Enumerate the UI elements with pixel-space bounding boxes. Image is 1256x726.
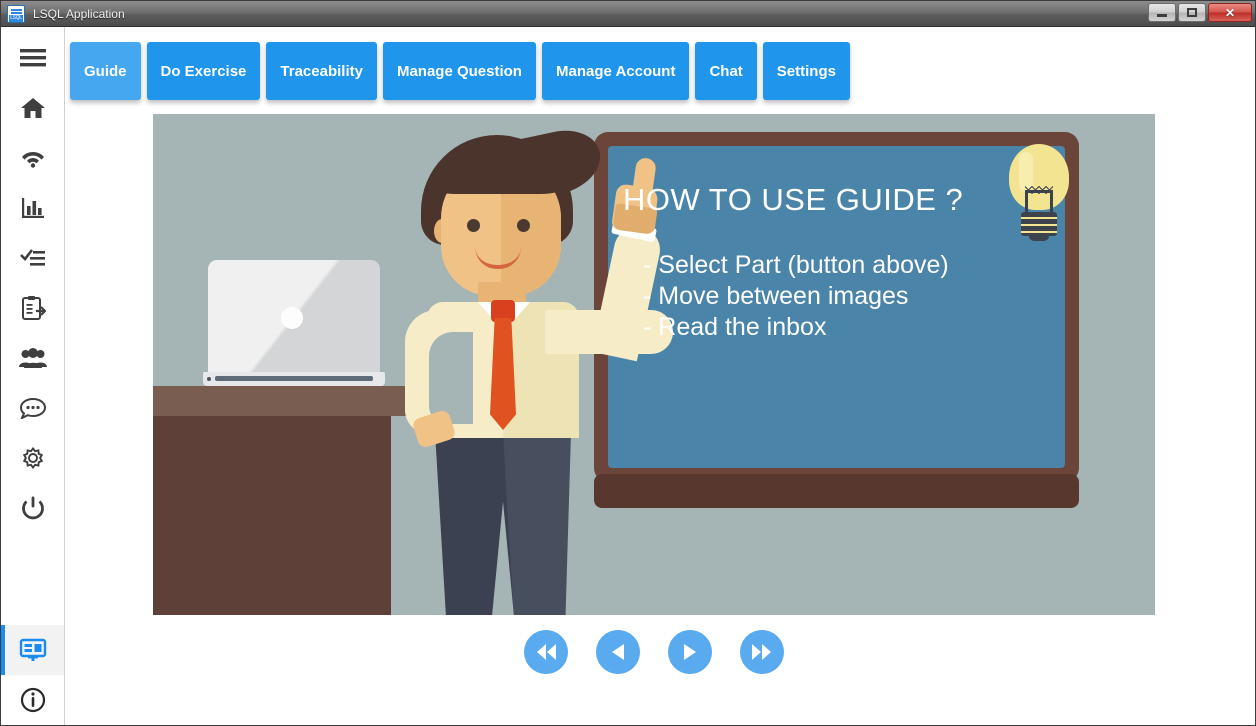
board-line-3: - Read the inbox [643, 313, 827, 341]
guide-illustration: HOW TO USE GUIDE ? - Select Part (button… [153, 114, 1155, 615]
person-arm-left-inner [429, 332, 473, 424]
tab-manage-account[interactable]: Manage Account [541, 42, 690, 100]
board-line-1: - Select Part (button above) [643, 251, 949, 279]
checklist-icon [19, 247, 46, 269]
sidebar-item-menu[interactable] [1, 33, 64, 83]
sidebar-item-home[interactable] [1, 83, 64, 133]
app-icon: LSQL [7, 4, 25, 23]
chat-icon [19, 397, 46, 419]
sidebar-item-about[interactable] [1, 675, 64, 725]
tab-bar: Guide Do Exercise Traceability Manage Qu… [65, 27, 1255, 100]
lightbulb-filament-zigzag [1025, 186, 1053, 194]
first-slide-button[interactable] [524, 630, 568, 674]
application-window: LSQL LSQL Application ✕ Guide Do Exercis… [0, 0, 1256, 726]
fast-forward-icon [750, 642, 774, 662]
sidebar-item-users[interactable] [1, 333, 64, 383]
tab-chat[interactable]: Chat [695, 42, 757, 100]
laptop-indicator [207, 377, 211, 381]
person-tie [490, 318, 516, 430]
person-leg-shade [503, 432, 571, 615]
tab-guide[interactable]: Guide [70, 42, 141, 100]
sidebar-item-logout[interactable] [1, 483, 64, 533]
next-slide-button[interactable] [668, 630, 712, 674]
tab-traceability[interactable]: Traceability [266, 42, 377, 100]
info-icon [20, 687, 46, 713]
main-content: Guide Do Exercise Traceability Manage Qu… [65, 27, 1255, 725]
desk-top [153, 386, 411, 416]
home-icon [20, 96, 46, 120]
previous-slide-button[interactable] [596, 630, 640, 674]
sidebar-item-statistics[interactable] [1, 183, 64, 233]
sidebar-item-guide[interactable] [1, 625, 64, 675]
wifi-icon [20, 148, 46, 168]
board-instructions: - Select Part (button above) - Move betw… [643, 250, 949, 343]
client-area: Guide Do Exercise Traceability Manage Qu… [1, 27, 1255, 725]
tab-settings[interactable]: Settings [762, 42, 850, 100]
person-eye-right [517, 219, 530, 232]
app-icon-tag: LSQL [9, 14, 23, 22]
sidebar-item-settings[interactable] [1, 433, 64, 483]
sidebar [1, 27, 65, 725]
rewind-icon [534, 642, 558, 662]
slide-stage: HOW TO USE GUIDE ? - Select Part (button… [65, 100, 1255, 725]
laptop-keyboard [215, 376, 373, 381]
sidebar-item-wifi[interactable] [1, 133, 64, 183]
window-controls: ✕ [1148, 3, 1252, 22]
minimize-button[interactable] [1148, 3, 1176, 22]
blackboard-tray [594, 474, 1079, 508]
users-icon [18, 348, 47, 368]
sidebar-item-exercises[interactable] [1, 283, 64, 333]
tab-manage-question[interactable]: Manage Question [382, 42, 536, 100]
close-button[interactable]: ✕ [1208, 3, 1252, 22]
laptop-logo [281, 307, 303, 329]
clipboard-import-icon [20, 295, 46, 321]
window-title: LSQL Application [33, 6, 125, 21]
presentation-icon [19, 638, 47, 662]
lightbulb-tip [1029, 234, 1049, 241]
sidebar-item-chat[interactable] [1, 383, 64, 433]
gear-icon [20, 445, 46, 471]
bar-chart-icon [20, 196, 46, 220]
person-eye-left [467, 219, 480, 232]
desk-body [153, 416, 391, 615]
person-hair-fringe [434, 152, 568, 194]
last-slide-button[interactable] [740, 630, 784, 674]
next-icon [679, 642, 701, 662]
previous-icon [607, 642, 629, 662]
tab-do-exercise[interactable]: Do Exercise [146, 42, 261, 100]
lightbulb-base [1021, 212, 1057, 236]
power-icon [21, 496, 45, 520]
board-line-2: - Move between images [643, 282, 909, 310]
maximize-button[interactable] [1178, 3, 1206, 22]
board-title: HOW TO USE GUIDE ? [623, 182, 964, 217]
menu-icon [19, 48, 46, 68]
sidebar-item-tasks[interactable] [1, 233, 64, 283]
slide-navigation [153, 630, 1155, 674]
title-bar: LSQL LSQL Application ✕ [1, 1, 1255, 27]
